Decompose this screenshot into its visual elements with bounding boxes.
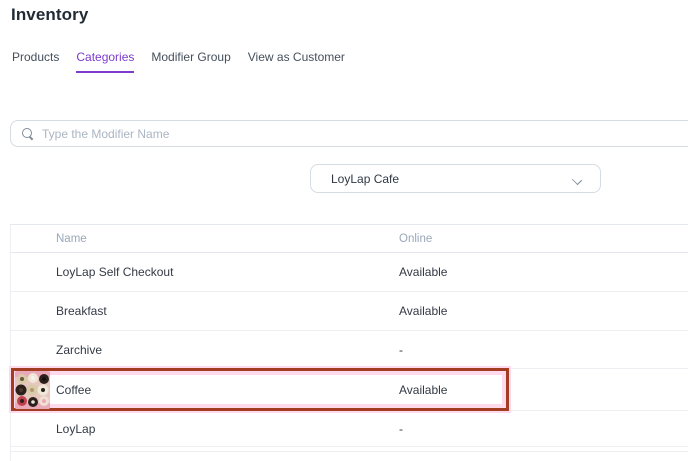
tab-view-as-customer[interactable]: View as Customer [248,50,345,71]
table-row[interactable]: Breakfast Available [11,292,688,331]
tab-products[interactable]: Products [12,50,59,71]
category-name: LoyLap [11,422,399,436]
search-input[interactable] [42,127,688,141]
category-name: LoyLap Self Checkout [11,265,399,279]
coffee-category-thumbnail [15,371,50,409]
page-title: Inventory [11,5,88,25]
store-dropdown-value: LoyLap Cafe [331,172,572,186]
categories-table: Name Online LoyLap Self Checkout Availab… [10,224,688,461]
table-row[interactable]: Zarchive - [11,331,688,369]
online-status: Available [399,265,688,279]
online-status: Available [399,304,688,318]
search-icon [22,128,34,140]
category-name: Coffee [11,383,399,397]
column-header-name: Name [11,233,399,245]
table-row[interactable]: LoyLap Self Checkout Available [11,253,688,292]
table-row-coffee[interactable]: Coffee Available [11,369,688,411]
table-header: Name Online [11,225,688,253]
chevron-down-icon [572,174,582,184]
category-name: Breakfast [11,304,399,318]
online-status: Available [399,383,688,397]
store-dropdown[interactable]: LoyLap Cafe [310,164,601,193]
online-status: - [399,422,688,436]
column-header-online: Online [399,233,688,245]
modifier-search-bar[interactable] [10,120,688,147]
inventory-tabs: Products Categories Modifier Group View … [12,50,362,73]
category-name: Zarchive [11,343,399,357]
table-row[interactable]: LoyLap - [11,411,688,447]
online-status: - [399,343,688,357]
tab-categories[interactable]: Categories [76,50,134,73]
table-row-partial [11,452,688,461]
tab-modifier-group[interactable]: Modifier Group [151,50,230,71]
